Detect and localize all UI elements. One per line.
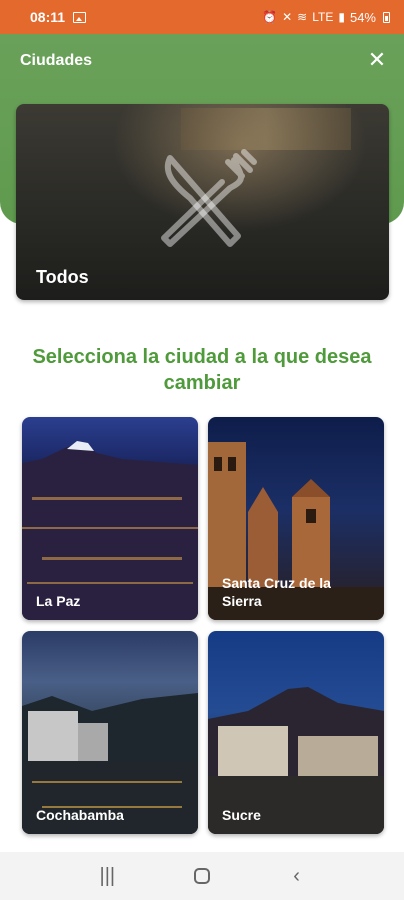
- battery-icon: [383, 11, 390, 23]
- wifi-icon: ≋: [297, 10, 308, 24]
- signal-icon: ▮: [338, 10, 345, 24]
- close-icon[interactable]: ✕: [366, 49, 388, 71]
- section-title: Selecciona la ciudad a la que desea camb…: [32, 346, 372, 394]
- back-icon[interactable]: ‹: [277, 865, 317, 888]
- mute-icon: ✕: [282, 10, 293, 24]
- battery-percent: 54%: [349, 9, 376, 25]
- utensils-icon: [161, 149, 257, 247]
- image-notification-icon: [73, 11, 87, 23]
- city-name: La Paz: [36, 593, 81, 609]
- status-time: 08:11: [30, 9, 66, 25]
- la-paz-photo: [22, 441, 198, 620]
- status-icons: ⏰ ✕ ≋ LTE ▮ 54%: [262, 10, 390, 25]
- home-icon: [193, 868, 210, 884]
- all-cities-card[interactable]: Todos: [16, 104, 389, 300]
- city-name: Cochabamba: [36, 807, 124, 823]
- shelf-decoration: [181, 108, 351, 150]
- city-card-la-paz[interactable]: La Paz: [22, 417, 198, 620]
- all-cities-label: Todos: [36, 267, 89, 287]
- city-card-cochabamba[interactable]: Cochabamba: [22, 631, 198, 834]
- status-bar: 08:11 ⏰ ✕ ≋ LTE ▮ 54%: [0, 0, 404, 34]
- city-card-sucre[interactable]: Sucre: [208, 631, 384, 834]
- page-title: Ciudades: [20, 52, 93, 69]
- cochabamba-photo: [22, 693, 198, 834]
- city-name: Santa Cruz de la Sierra: [222, 575, 331, 609]
- city-card-santa-cruz[interactable]: Santa Cruz de la Sierra: [208, 417, 384, 620]
- alarm-icon: ⏰: [262, 10, 278, 24]
- network-label: LTE: [312, 10, 334, 24]
- city-name: Sucre: [222, 807, 261, 823]
- system-nav-bar: ||| ‹: [0, 852, 404, 900]
- recents-icon[interactable]: |||: [87, 865, 127, 888]
- home-button[interactable]: [182, 868, 222, 884]
- sucre-photo: [208, 687, 384, 834]
